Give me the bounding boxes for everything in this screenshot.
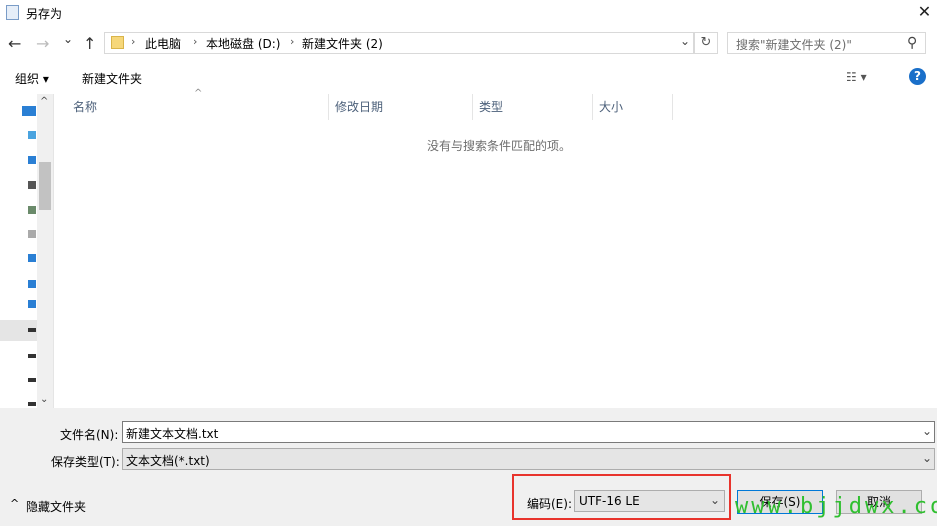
3d-objects-icon[interactable]: [28, 131, 36, 139]
column-header-date-modified[interactable]: 修改日期: [335, 98, 383, 115]
filetype-label: 保存类型(T):: [51, 455, 120, 469]
empty-list-message: 没有与搜索条件匹配的项。: [427, 139, 572, 153]
filename-dropdown-chevron-icon[interactable]: ⌄: [922, 424, 932, 438]
drive-icon[interactable]: [28, 378, 36, 382]
forward-button[interactable]: →: [36, 34, 49, 53]
back-button[interactable]: ←: [8, 34, 21, 53]
filetype-select[interactable]: [122, 448, 935, 470]
help-icon[interactable]: ?: [909, 68, 926, 85]
column-divider[interactable]: [672, 94, 673, 120]
downloads-icon[interactable]: [28, 254, 36, 262]
refresh-button[interactable]: ↻: [694, 32, 718, 54]
column-divider[interactable]: [592, 94, 593, 120]
column-header-type[interactable]: 类型: [479, 98, 503, 115]
column-divider[interactable]: [328, 94, 329, 120]
breadcrumb-drive-d[interactable]: 本地磁盘 (D:): [206, 35, 280, 52]
breadcrumb-new-folder-2[interactable]: 新建文件夹 (2): [302, 35, 383, 52]
scroll-up-chevron-icon[interactable]: ^: [40, 96, 48, 107]
column-header-name[interactable]: 名称: [73, 98, 97, 115]
music-icon[interactable]: [28, 280, 36, 288]
view-options-button[interactable]: ☷ ▾: [846, 70, 867, 84]
navigation-scrollbar[interactable]: [37, 94, 53, 408]
drive-icon[interactable]: [28, 402, 36, 406]
column-header-size[interactable]: 大小: [599, 98, 623, 115]
local-disk-c-icon[interactable]: [28, 300, 36, 308]
scrollbar-thumb[interactable]: [39, 162, 51, 210]
scroll-down-chevron-icon[interactable]: ⌄: [40, 394, 48, 405]
drive-icon[interactable]: [28, 328, 36, 332]
filetype-dropdown-chevron-icon[interactable]: ⌄: [922, 451, 932, 465]
this-pc-icon[interactable]: [22, 106, 36, 116]
organize-menu-button[interactable]: 组织 ▾: [15, 70, 49, 87]
highlight-box: [512, 474, 731, 520]
column-divider[interactable]: [472, 94, 473, 120]
filename-value: 新建文本文档.txt: [126, 427, 219, 441]
videos-icon[interactable]: [28, 181, 36, 189]
hide-folders-chevron-icon[interactable]: ^: [10, 497, 19, 510]
notepad-icon: [6, 5, 19, 20]
new-folder-button[interactable]: 新建文件夹: [82, 70, 142, 87]
close-button[interactable]: ✕: [912, 0, 937, 24]
breadcrumb-separator: ›: [290, 35, 295, 48]
drive-icon[interactable]: [28, 354, 36, 358]
desktop-icon[interactable]: [28, 156, 36, 164]
recent-locations-chevron-icon[interactable]: ⌄: [63, 32, 73, 46]
breadcrumb-this-pc[interactable]: 此电脑: [145, 35, 181, 52]
filetype-value: 文本文档(*.txt): [126, 454, 210, 468]
breadcrumb-separator: ›: [131, 35, 136, 48]
title-bar: [0, 0, 937, 26]
breadcrumb-separator: ›: [193, 35, 198, 48]
watermark-text: www.bjjdwx.com: [735, 494, 937, 519]
documents-icon[interactable]: [28, 230, 36, 238]
address-dropdown-chevron-icon[interactable]: ⌄: [680, 34, 690, 48]
up-button[interactable]: ↑: [83, 34, 96, 53]
window-title: 另存为: [26, 7, 63, 21]
folder-icon: [111, 36, 124, 49]
search-placeholder: 搜索"新建文件夹 (2)": [736, 38, 852, 52]
pictures-icon[interactable]: [28, 206, 36, 214]
hide-folders-button[interactable]: 隐藏文件夹: [26, 498, 86, 515]
search-icon[interactable]: ⚲: [907, 35, 917, 51]
filename-input[interactable]: [122, 421, 935, 443]
sort-arrow-icon: ^: [194, 88, 203, 99]
filename-label: 文件名(N):: [60, 428, 119, 442]
